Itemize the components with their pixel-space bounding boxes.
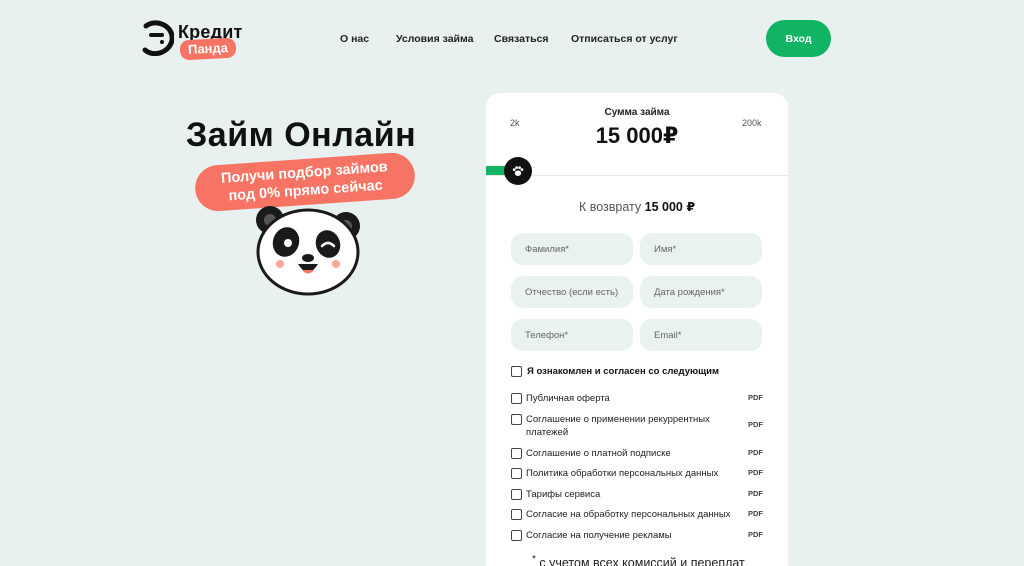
return-value: 15 000 ₽ (644, 200, 696, 214)
doc-row-privacy[interactable]: Политика обработки персональных данных (511, 467, 741, 480)
range-max-label: 200k (742, 118, 762, 128)
nav-loan-terms[interactable]: Условия займа (396, 33, 473, 45)
return-prefix: К возврату (578, 200, 642, 214)
doc-row-offer[interactable]: Публичная оферта (511, 392, 741, 405)
birth-date-field[interactable] (640, 276, 762, 308)
login-button[interactable]: Вход (766, 20, 831, 57)
doc-checkbox[interactable] (511, 489, 522, 500)
agree-all-label: Я ознакомлен и согласен со следующим (527, 366, 719, 377)
loan-form-card: Сумма займа 15 000₽ 2k 200k К возврату 1… (486, 93, 788, 566)
doc-row-tariffs[interactable]: Тарифы сервиса (511, 488, 741, 501)
agree-all-checkbox[interactable] (511, 366, 522, 377)
nav-contact[interactable]: Связаться (494, 33, 549, 45)
return-amount: К возврату 15 000 ₽ (486, 199, 788, 214)
last-name-field[interactable] (511, 233, 633, 265)
doc-checkbox[interactable] (511, 530, 522, 541)
amount-slider-handle[interactable] (504, 157, 532, 185)
pdf-link[interactable]: PDF (748, 489, 763, 498)
pdf-link[interactable]: PDF (748, 530, 763, 539)
email-field[interactable] (640, 319, 762, 351)
doc-label: Политика обработки персональных данных (526, 468, 719, 479)
doc-row-subscription[interactable]: Соглашение о платной подписке (511, 447, 741, 460)
doc-label: Соглашение о применении рекуррентных пла… (526, 414, 710, 438)
first-name-field[interactable] (640, 233, 762, 265)
footnote-mark: * (532, 554, 536, 565)
agree-all-row[interactable]: Я ознакомлен и согласен со следующим (511, 366, 719, 377)
doc-label: Соглашение о платной подписке (526, 448, 671, 459)
doc-checkbox[interactable] (511, 448, 522, 459)
footnote: * с учетом всех комиссий и переплат (532, 554, 745, 566)
footnote-text: с учетом всех комиссий и переплат (539, 556, 745, 566)
doc-checkbox[interactable] (511, 509, 522, 520)
doc-row-recurrent[interactable]: Соглашение о применении рекуррентных пла… (511, 413, 716, 439)
doc-checkbox[interactable] (511, 393, 522, 404)
doc-checkbox[interactable] (511, 414, 522, 425)
patronymic-field[interactable] (511, 276, 633, 308)
nav-unsubscribe[interactable]: Отписаться от услуг (571, 33, 678, 45)
pdf-link[interactable]: PDF (748, 468, 763, 477)
pdf-link[interactable]: PDF (748, 420, 763, 429)
doc-row-advertising[interactable]: Согласие на получение рекламы (511, 529, 741, 542)
doc-checkbox[interactable] (511, 468, 522, 479)
doc-row-personal-data[interactable]: Согласие на обработку персональных данны… (511, 508, 741, 521)
pdf-link[interactable]: PDF (748, 448, 763, 457)
pdf-link[interactable]: PDF (748, 393, 763, 402)
logo-badge: Панда (179, 37, 237, 61)
phone-field[interactable] (511, 319, 633, 351)
doc-label: Согласие на получение рекламы (526, 530, 672, 541)
paw-icon (512, 166, 524, 176)
panda-mascot-icon (256, 206, 360, 296)
logo[interactable]: Кредит Панда (142, 18, 252, 61)
doc-label: Тарифы сервиса (526, 489, 601, 500)
doc-label: Публичная оферта (526, 393, 610, 404)
hero-title: Займ Онлайн (186, 116, 417, 154)
range-min-label: 2k (510, 118, 520, 128)
logo-panda-mark-icon (142, 20, 174, 56)
doc-label: Согласие на обработку персональных данны… (526, 509, 731, 520)
nav-about[interactable]: О нас (340, 33, 369, 45)
sum-label: Сумма займа (604, 107, 670, 118)
pdf-link[interactable]: PDF (748, 509, 763, 518)
